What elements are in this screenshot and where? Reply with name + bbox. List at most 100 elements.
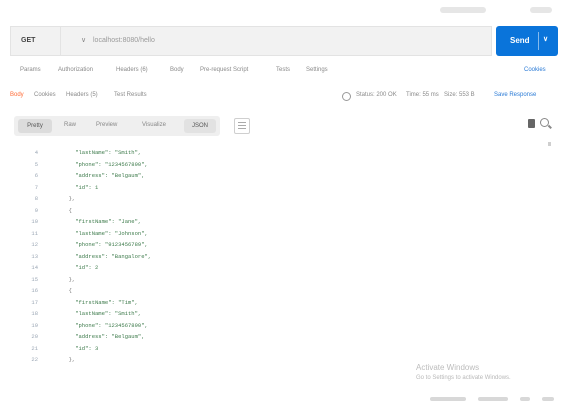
tab-params[interactable]: Params	[20, 67, 41, 73]
tab-response-body[interactable]: Body	[10, 92, 24, 98]
send-button[interactable]: Send ∨	[496, 26, 558, 56]
line-number: 17	[31, 298, 38, 306]
line-number: 19	[31, 321, 38, 329]
request-tabs: Params Authorization Headers (6) Body Pr…	[20, 67, 560, 81]
chevron-down-icon[interactable]: ∨	[543, 35, 548, 43]
chevron-down-icon: ∨	[81, 37, 87, 44]
tab-body[interactable]: Body	[170, 67, 184, 73]
code-line: 19 "phone": "1234567890",	[14, 321, 554, 331]
code-line: 18 "lastName": "Smith",	[14, 309, 554, 319]
view-visualize[interactable]: Visualize	[142, 122, 166, 128]
save-response-button[interactable]: Save Response	[494, 92, 536, 98]
line-number: 20	[31, 333, 38, 340]
globe-icon	[342, 92, 351, 101]
code-text: "phone": "9123456789",	[62, 241, 148, 248]
line-number: 13	[31, 252, 38, 260]
line-number: 12	[31, 241, 38, 248]
cookies-link[interactable]: Cookies	[524, 67, 546, 73]
watermark-title: Activate Windows	[416, 363, 480, 372]
code-text: "address": "Belgaum",	[62, 333, 145, 340]
method-select[interactable]: GET	[10, 26, 60, 56]
code-text: "lastName": "Smith",	[62, 310, 142, 317]
code-line: 7 "id": 1	[14, 183, 554, 193]
scrollbar-arrow[interactable]	[548, 142, 551, 146]
search-icon[interactable]	[540, 118, 549, 127]
code-line: 15 },	[14, 275, 554, 285]
line-number: 15	[31, 275, 38, 283]
line-number: 7	[34, 183, 38, 191]
code-line: 11 "lastName": "Johnson",	[14, 229, 554, 239]
line-number: 4	[34, 149, 38, 156]
url-text: localhost:8080/hello	[93, 37, 155, 44]
line-number: 22	[31, 356, 38, 363]
code-line: 12 "phone": "9123456789",	[14, 240, 554, 250]
line-number: 14	[31, 264, 38, 271]
response-code-view: 4 "lastName": "Smith", 5 "phone": "12345…	[14, 148, 554, 394]
code-line: 21 "id": 3	[14, 344, 554, 354]
code-line: 9 {	[14, 206, 554, 216]
response-size: Size: 553 B	[444, 92, 475, 98]
code-line: 4 "lastName": "Smith",	[14, 148, 554, 158]
view-preview[interactable]: Preview	[96, 122, 117, 128]
format-select[interactable]: JSON	[184, 119, 216, 133]
status-code: Status: 200 OK	[356, 92, 397, 98]
code-text: "address": "Bangalore",	[62, 252, 152, 260]
top-tab-placeholder	[440, 7, 486, 13]
view-mode-selector: Pretty Raw Preview Visualize JSON	[14, 116, 220, 136]
tab-headers[interactable]: Headers (6)	[116, 67, 148, 73]
code-line: 6 "address": "Belgaum",	[14, 171, 554, 181]
code-line: 14 "id": 2	[14, 263, 554, 273]
code-text: "lastName": "Smith",	[62, 149, 142, 156]
code-text: "firstName": "Jane",	[62, 218, 142, 225]
code-line: 17 "firstName": "Tim",	[14, 298, 554, 308]
top-tab-placeholder	[530, 7, 552, 13]
line-number: 6	[34, 172, 38, 179]
code-line: 8 },	[14, 194, 554, 204]
code-text: },	[62, 195, 76, 202]
code-text: {	[62, 206, 72, 214]
window-top-strip	[0, 0, 566, 22]
code-text: "id": 2	[62, 264, 99, 271]
line-number: 11	[31, 229, 38, 237]
tab-test-results[interactable]: Test Results	[114, 92, 147, 98]
code-text: },	[62, 356, 76, 363]
tab-settings[interactable]: Settings	[306, 67, 328, 73]
response-tabs: Body Cookies Headers (5) Test Results St…	[10, 92, 560, 106]
bottom-status-strip	[430, 397, 566, 403]
code-text: "phone": "1234567890",	[62, 160, 148, 168]
url-input[interactable]: ∨ localhost:8080/hello	[60, 26, 492, 56]
send-divider	[538, 32, 539, 50]
line-number: 10	[31, 218, 38, 225]
tab-response-cookies[interactable]: Cookies	[34, 92, 56, 98]
line-number: 9	[34, 206, 38, 214]
view-pretty[interactable]: Pretty	[18, 119, 52, 133]
response-toolbar: Pretty Raw Preview Visualize JSON	[14, 116, 554, 136]
activate-windows-watermark: Activate Windows Go to Settings to activ…	[416, 363, 511, 383]
code-text: "lastName": "Johnson",	[62, 229, 148, 237]
tab-response-headers[interactable]: Headers (5)	[66, 92, 98, 98]
line-number: 18	[31, 310, 38, 317]
code-text: "address": "Belgaum",	[62, 172, 145, 179]
code-text: "phone": "1234567890",	[62, 321, 148, 329]
request-bar: GET ∨ localhost:8080/hello Send ∨	[10, 26, 558, 56]
tab-tests[interactable]: Tests	[276, 67, 290, 73]
view-raw[interactable]: Raw	[64, 122, 76, 128]
code-text: },	[62, 275, 76, 283]
code-line: 10 "firstName": "Jane",	[14, 217, 554, 227]
watermark-subtitle: Go to Settings to activate Windows.	[416, 375, 511, 381]
code-text: "firstName": "Tim",	[62, 298, 138, 306]
code-line: 20 "address": "Belgaum",	[14, 332, 554, 342]
tab-authorization[interactable]: Authorization	[58, 67, 93, 73]
line-number: 5	[34, 160, 38, 168]
code-line: 13 "address": "Bangalore",	[14, 252, 554, 262]
tab-pre-request-script[interactable]: Pre-request Script	[200, 67, 248, 73]
code-text: {	[62, 287, 72, 294]
line-number: 16	[31, 287, 38, 294]
code-line: 5 "phone": "1234567890",	[14, 160, 554, 170]
line-number: 8	[34, 195, 38, 202]
copy-icon[interactable]	[528, 119, 535, 128]
send-label: Send	[510, 36, 530, 45]
line-number: 21	[31, 344, 38, 352]
code-text: "id": 1	[62, 183, 99, 191]
wrap-lines-icon[interactable]	[234, 118, 250, 134]
